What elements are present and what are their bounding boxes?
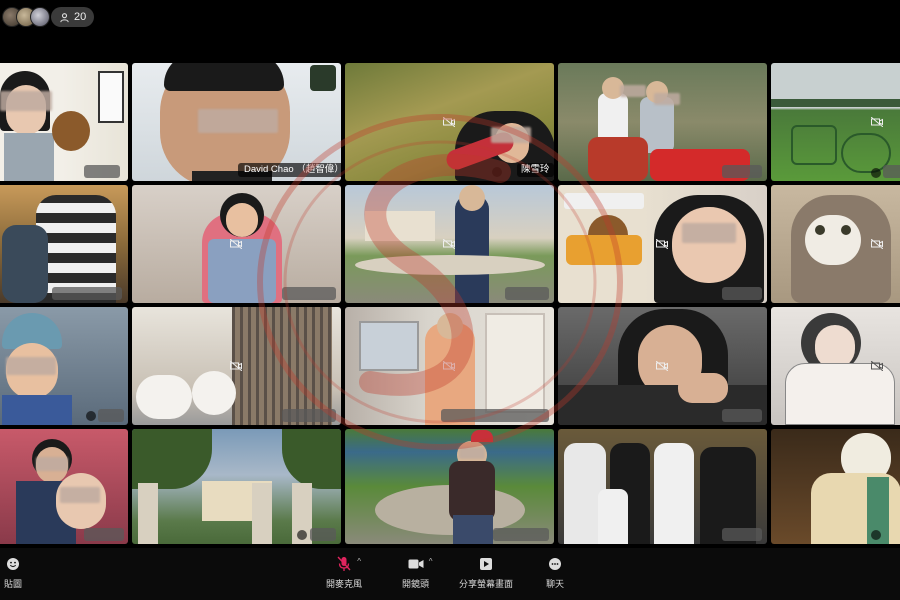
smiley-icon — [7, 558, 19, 570]
mic-muted-icon — [871, 530, 881, 540]
share-screen-icon — [480, 558, 492, 570]
mic-muted-icon — [297, 530, 307, 540]
camera-off-icon — [443, 361, 455, 371]
video-tile[interactable] — [0, 429, 128, 544]
video-tile[interactable] — [0, 63, 128, 181]
video-tile[interactable] — [0, 185, 128, 303]
participant-name: 陳雪玲 — [517, 163, 554, 177]
participant-count: 20 — [74, 11, 87, 23]
video-tile[interactable] — [345, 307, 554, 425]
chat-icon — [549, 558, 561, 570]
chevron-up-icon[interactable]: ^ — [357, 557, 361, 566]
mic-button[interactable]: ^ 開麥克風 — [326, 556, 362, 590]
video-tile[interactable] — [558, 185, 767, 303]
participant-avatars[interactable] — [2, 7, 50, 27]
avatar — [30, 7, 50, 27]
chat-button[interactable]: 聊天 — [546, 556, 564, 590]
video-tile[interactable] — [771, 307, 900, 425]
camera-off-icon — [230, 239, 242, 249]
camera-button[interactable]: ^ 開鏡頭 — [402, 556, 433, 590]
video-tile[interactable] — [771, 429, 900, 544]
video-grid: David Chao （趙智偉） 陳雪玲 — [0, 62, 900, 544]
camera-off-icon — [871, 239, 883, 249]
video-tile[interactable] — [558, 307, 767, 425]
video-tile[interactable] — [345, 429, 554, 544]
video-tile[interactable] — [771, 185, 900, 303]
video-tile[interactable] — [132, 307, 341, 425]
camera-off-icon — [230, 361, 242, 371]
mic-muted-icon — [86, 411, 96, 421]
mic-muted-icon — [871, 168, 881, 178]
camera-icon — [408, 559, 423, 569]
mic-muted-icon — [492, 167, 502, 177]
share-screen-button[interactable]: 分享螢幕畫面 — [459, 556, 513, 590]
reactions-label: 貼圖 — [4, 579, 23, 589]
chevron-up-icon[interactable]: ^ — [429, 557, 433, 566]
camera-off-icon — [656, 361, 668, 371]
mic-muted-icon — [337, 556, 351, 571]
chat-label: 聊天 — [546, 579, 565, 589]
mic-label: 開麥克風 — [326, 579, 363, 589]
top-bar: 20 — [0, 0, 900, 34]
video-tile[interactable] — [771, 63, 900, 181]
video-tile[interactable]: 陳雪玲 — [345, 63, 554, 181]
reactions-button[interactable]: 貼圖 — [4, 556, 22, 590]
participant-count-button[interactable]: 20 — [51, 7, 95, 27]
camera-off-icon — [443, 117, 455, 127]
video-tile[interactable] — [132, 185, 341, 303]
video-tile[interactable] — [132, 429, 341, 544]
people-icon — [60, 12, 69, 22]
camera-off-icon — [871, 117, 883, 127]
video-tile[interactable] — [558, 63, 767, 181]
camera-label: 開鏡頭 — [402, 579, 430, 589]
meeting-toolbar: 貼圖 ^ 開麥克風 ^ 開鏡頭 分享螢幕畫面 聊天 — [0, 548, 900, 600]
camera-off-icon — [443, 239, 455, 249]
video-tile[interactable] — [558, 429, 767, 544]
video-tile[interactable] — [0, 307, 128, 425]
participant-name: David Chao （趙智偉） — [238, 163, 341, 177]
video-tile[interactable]: David Chao （趙智偉） — [132, 63, 341, 181]
share-screen-label: 分享螢幕畫面 — [459, 579, 514, 589]
video-tile[interactable] — [345, 185, 554, 303]
camera-off-icon — [871, 361, 883, 371]
camera-off-icon — [656, 239, 668, 249]
